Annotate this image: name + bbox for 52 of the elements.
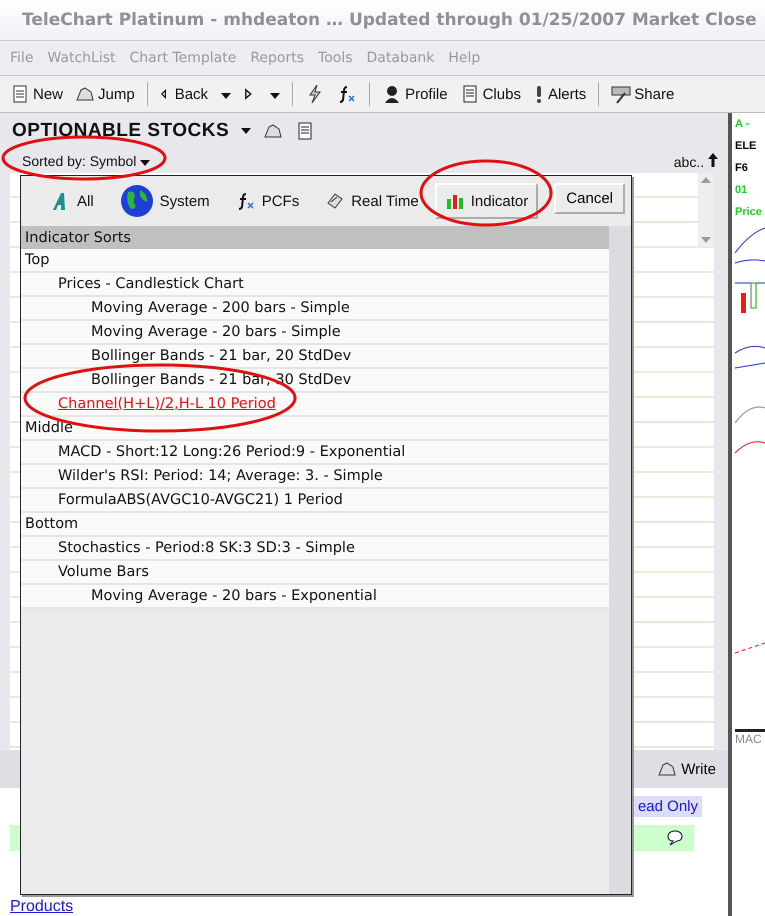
toolbar-button[interactable]: Clubs <box>456 82 525 106</box>
toolbar-button[interactable]: Alerts <box>528 82 590 106</box>
write-button[interactable]: Write <box>651 758 722 780</box>
cancel-button[interactable]: Cancel <box>554 182 625 214</box>
sort-order-button[interactable]: abc.. <box>674 152 718 170</box>
indicator-item[interactable]: Bollinger Bands - 21 bar, 20 StdDev <box>21 345 609 369</box>
chart-label: A - <box>735 117 750 132</box>
satellite-icon <box>325 191 346 211</box>
sort-tab[interactable]: All <box>41 183 104 219</box>
indicator-item[interactable]: Wilder's RSI: Period: 14; Average: 3. - Simple <box>21 465 609 489</box>
sort-tab[interactable]: System <box>110 176 220 226</box>
toolbar-button[interactable]: Back <box>156 82 236 106</box>
caret-icon <box>140 160 150 166</box>
watchlist-title[interactable]: OPTIONABLE STOCKS <box>12 120 230 142</box>
indicator-item[interactable]: Bottom <box>21 513 609 537</box>
scroll-down-icon <box>698 235 714 245</box>
function-icon <box>337 84 358 104</box>
scrollbar[interactable] <box>698 173 714 247</box>
indicator-item[interactable]: Moving Average - 20 bars - Exponential <box>21 585 609 609</box>
toolbar-button[interactable]: Share <box>607 82 678 106</box>
window-title: TeleChart Platinum - mhdeaton … Updated through 01/25/2007 Market Close <box>22 10 757 30</box>
chart-label: MAC <box>735 729 765 746</box>
chart-label: 01 <box>735 183 748 198</box>
products-link[interactable]: Products <box>10 898 728 916</box>
read-only-label: ead Only <box>634 796 702 817</box>
indicator-item[interactable]: Volume Bars <box>21 561 609 585</box>
indicator-item[interactable]: Prices - Candlestick Chart <box>21 273 609 297</box>
sort-tab[interactable]: Indicator <box>434 183 538 219</box>
caret-icon <box>241 128 252 134</box>
indicator-item[interactable]: Middle <box>21 417 609 441</box>
sort-tab[interactable]: PCFs <box>226 183 310 219</box>
indicator-item[interactable]: Moving Average - 200 bars - Simple <box>21 297 609 321</box>
list-header: Indicator Sorts <box>21 226 609 249</box>
sort-tab[interactable]: Real Time <box>315 183 429 219</box>
globe-icon <box>120 184 154 218</box>
toolbar-button[interactable]: New <box>6 82 68 106</box>
toolbar-button[interactable]: Profile <box>378 82 452 106</box>
indicator-item[interactable]: Top <box>21 249 609 273</box>
caret-icon <box>270 92 280 98</box>
indicator-item[interactable]: Moving Average - 20 bars - Simple <box>21 321 609 345</box>
chart-pen-icon <box>611 84 632 104</box>
indicator-item[interactable]: MACD - Short:12 Long:26 Period:9 - Exponential <box>21 441 609 465</box>
scroll-up-icon <box>698 175 714 185</box>
caret-icon <box>221 92 232 98</box>
toolbar-button[interactable]: Jump <box>71 82 139 106</box>
up-arrow-icon <box>708 152 718 166</box>
indicator-item[interactable]: FormulaABS(AVGC10-AVGC21) 1 Period <box>21 489 609 513</box>
chart-label: Price <box>735 205 763 220</box>
chart-label: ELE <box>735 139 758 154</box>
chart-label: F6 <box>735 161 749 176</box>
indicator-link[interactable]: Channel(H+L)/2,H-L 10 Period <box>21 393 609 417</box>
indicator-item[interactable]: Stochastics - Period:8 SK:3 SD:3 - Simple <box>21 537 609 561</box>
